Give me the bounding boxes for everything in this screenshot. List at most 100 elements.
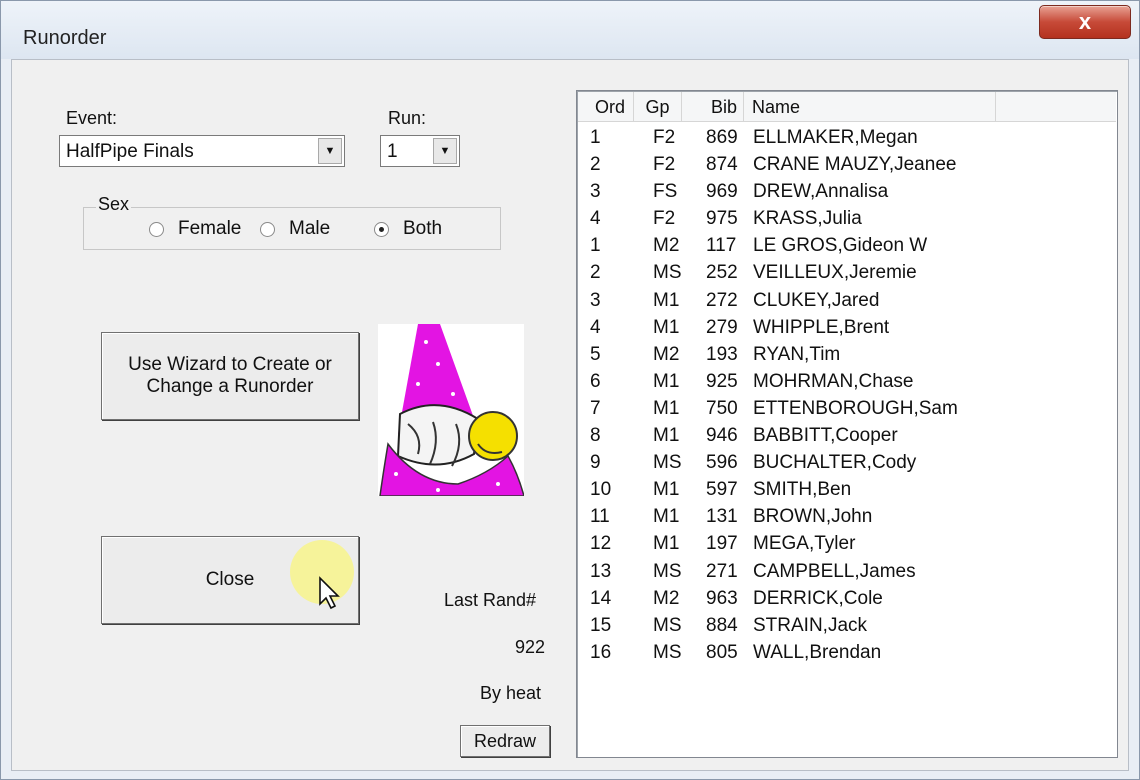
cell-ord: 9 [590,452,601,474]
cell-gp: M1 [653,479,680,501]
close-icon: x [1078,9,1092,34]
redraw-button[interactable]: Redraw [460,725,550,757]
cell-gp: M2 [653,587,680,609]
cell-ord: 14 [590,587,612,609]
list-item[interactable]: 3 M1 272 CLUKEY,Jared [578,288,1116,315]
list-item[interactable]: 11 M1 131 BROWN,John [578,504,1116,531]
radio-both[interactable]: Both [374,218,442,240]
list-item[interactable]: 15 MS 884 STRAIN,Jack [578,613,1116,640]
cell-ord: 5 [590,343,601,365]
window-close-button[interactable]: x [1039,5,1131,39]
cell-bib: 193 [706,343,738,365]
cell-bib: 874 [706,154,738,176]
cell-bib: 963 [706,587,738,609]
column-header-bib[interactable]: Bib [682,92,744,122]
list-item[interactable]: 5 M2 193 RYAN,Tim [578,342,1116,369]
column-header-ord[interactable]: Ord [578,92,634,122]
cell-name: DERRICK,Cole [753,587,883,609]
use-wizard-line1: Use Wizard to Create or [128,354,332,375]
cell-ord: 3 [590,181,601,203]
cell-bib: 750 [706,397,738,419]
cell-gp: M2 [653,235,680,257]
order-mode-label: By heat [480,683,542,703]
cell-bib: 925 [706,370,738,392]
radio-icon[interactable] [149,221,164,237]
list-item[interactable]: 2 MS 252 VEILLEUX,Jeremie [578,260,1116,287]
cell-gp: M1 [653,289,680,311]
cell-bib: 805 [706,641,738,663]
run-dropdown-value: 1 [387,141,398,162]
cell-gp: M1 [653,506,680,528]
list-item[interactable]: 16 MS 805 WALL,Brendan [578,640,1116,667]
cell-bib: 946 [706,425,738,447]
cell-gp: M2 [653,343,680,365]
cell-name: DREW,Annalisa [753,181,889,203]
list-item[interactable]: 1 M2 117 LE GROS,Gideon W [578,233,1116,260]
cell-ord: 12 [590,533,612,555]
radio-selected-icon[interactable] [374,221,389,237]
window-title: Runorder [23,27,107,49]
list-item[interactable]: 9 MS 596 BUCHALTER,Cody [578,450,1116,477]
cell-bib: 272 [706,289,738,311]
cell-ord: 16 [590,641,612,663]
list-item[interactable]: 4 M1 279 WHIPPLE,Brent [578,315,1116,342]
cell-name: CRANE MAUZY,Jeanee [753,154,957,176]
column-header-name[interactable]: Name [744,92,996,122]
radio-icon[interactable] [260,221,275,237]
cell-ord: 13 [590,560,612,582]
run-dropdown[interactable]: 1 ▼ [380,135,460,167]
list-item[interactable]: 2 F2 874 CRANE MAUZY,Jeanee [578,152,1116,179]
list-item[interactable]: 10 M1 597 SMITH,Ben [578,477,1116,504]
cell-bib: 197 [706,533,738,555]
event-dropdown[interactable]: HalfPipe Finals ▼ [59,135,345,167]
cell-ord: 4 [590,316,601,338]
cell-gp: MS [653,641,682,663]
title-bar[interactable]: Runorder x [1,1,1139,59]
cell-ord: 1 [590,235,601,257]
list-item[interactable]: 1 F2 869 ELLMAKER,Megan [578,125,1116,152]
cell-ord: 10 [590,479,612,501]
column-header-gp[interactable]: Gp [634,92,682,122]
run-label: Run: [388,108,427,128]
chevron-down-icon[interactable]: ▼ [433,138,457,164]
last-rand-value: 922 [515,637,546,657]
list-item[interactable]: 13 MS 271 CAMPBELL,James [578,559,1116,586]
cell-name: KRASS,Julia [753,208,862,230]
list-item[interactable]: 14 M2 963 DERRICK,Cole [578,586,1116,613]
mouse-cursor-icon [319,576,340,610]
cell-bib: 596 [706,452,738,474]
list-item[interactable]: 8 M1 946 BABBITT,Cooper [578,423,1116,450]
cell-ord: 3 [590,289,601,311]
chevron-down-icon[interactable]: ▼ [318,138,342,164]
cell-bib: 884 [706,614,738,636]
cell-ord: 11 [590,506,610,528]
list-item[interactable]: 12 M1 197 MEGA,Tyler [578,531,1116,558]
cell-name: MOHRMAN,Chase [753,370,914,392]
cell-name: STRAIN,Jack [753,614,868,636]
cell-gp: M1 [653,316,680,338]
runorder-window: Runorder x Event: HalfPipe Finals ▼ Run:… [0,0,1140,780]
cell-gp: MS [653,560,682,582]
cell-gp: F2 [653,208,676,230]
cell-ord: 7 [590,397,601,419]
radio-male[interactable]: Male [260,218,330,240]
list-item[interactable]: 6 M1 925 MOHRMAN,Chase [578,369,1116,396]
runorder-list[interactable]: Ord Gp Bib Name 1 F2 869 ELLMAKER,Megan 2 F2 8… [576,90,1118,758]
sex-groupbox: Sex Female Male Both [83,194,501,250]
cell-gp: M1 [653,370,680,392]
cell-ord: 1 [590,127,601,148]
use-wizard-button[interactable]: Use Wizard to Create or Change a Runorde… [101,332,359,420]
list-item[interactable]: 3 FS 969 DREW,Annalisa [578,179,1116,206]
cell-name: BABBITT,Cooper [753,425,898,447]
cell-bib: 271 [706,560,738,582]
close-button-label: Close [205,569,255,590]
radio-female[interactable]: Female [149,218,241,240]
list-item[interactable]: 7 M1 750 ETTENBOROUGH,Sam [578,396,1116,423]
cell-ord: 2 [590,154,601,176]
cell-name: CLUKEY,Jared [753,289,880,311]
cell-name: WHIPPLE,Brent [753,316,890,338]
cell-bib: 252 [706,262,738,284]
cell-gp: M1 [653,397,680,419]
cell-gp: MS [653,262,682,284]
list-item[interactable]: 4 F2 975 KRASS,Julia [578,206,1116,233]
